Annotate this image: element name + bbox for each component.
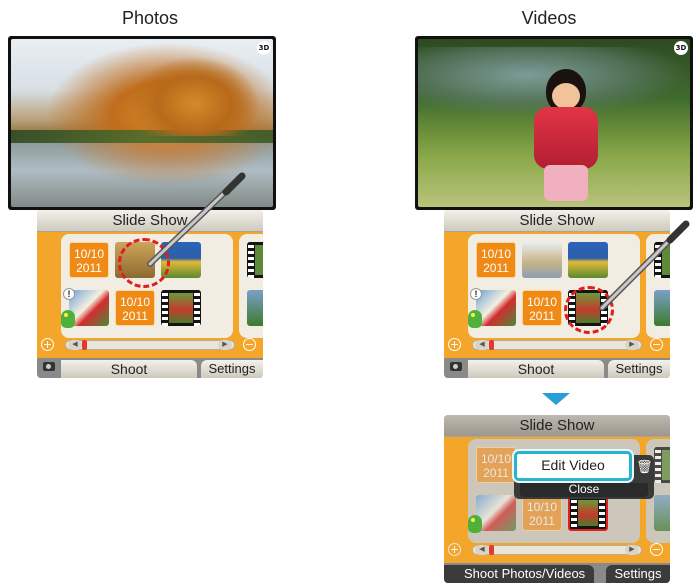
child-running-photo (418, 39, 690, 207)
camera-icon[interactable] (450, 362, 462, 371)
3d-badge-icon: 3D (257, 41, 271, 55)
video-thumbnail[interactable] (654, 447, 670, 483)
scroll-slider[interactable]: ◀ ▶ (472, 545, 642, 555)
scroll-right-icon[interactable]: ▶ (625, 545, 639, 555)
photo-thumbnail[interactable] (476, 290, 516, 326)
date-tile[interactable]: 10/10 2011 (69, 242, 109, 278)
scroll-left-icon[interactable]: ◀ (475, 545, 489, 555)
zoom-out-icon[interactable]: − (650, 338, 663, 351)
3d-badge-icon: 3D (674, 41, 688, 55)
date-tile[interactable]: 10/10 2011 (476, 242, 516, 278)
slider-position-marker[interactable] (489, 340, 494, 350)
date-line: 10/10 (73, 247, 105, 261)
bottom-screen-edit-popup: Slide Show 10/10 2011 10/10 2011 + ◀ ▶ −… (444, 415, 670, 583)
scroll-right-icon[interactable]: ▶ (625, 340, 639, 350)
zoom-out-icon[interactable]: − (650, 543, 663, 556)
scroll-left-icon[interactable]: ◀ (475, 340, 489, 350)
bottom-bar: Shoot Photos/Videos Settings (444, 563, 670, 583)
settings-button[interactable]: Settings (201, 360, 263, 378)
date-tile[interactable]: 10/10 2011 (522, 290, 562, 326)
zoom-in-icon[interactable]: + (448, 543, 461, 556)
slideshow-button[interactable]: Slide Show (444, 415, 670, 437)
close-button[interactable]: Close (520, 483, 648, 497)
bottom-bar: Shoot Settings (444, 358, 670, 378)
alert-icon: ! (470, 288, 482, 300)
stylus-icon (599, 220, 690, 311)
date-line: 10/10 (119, 295, 151, 309)
context-menu: Edit Video 🗑 Close (514, 451, 654, 503)
settings-button[interactable]: Settings (606, 565, 670, 583)
scroll-left-icon[interactable]: ◀ (68, 340, 82, 350)
year-line: 2011 (483, 261, 509, 275)
year-line: 2011 (483, 466, 509, 480)
stylus-icon (147, 172, 246, 267)
photos-heading: Photos (121, 8, 179, 28)
year-line: 2011 (529, 514, 555, 528)
zoom-in-icon[interactable]: + (41, 338, 54, 351)
scroll-slider[interactable]: ◀ ▶ (472, 340, 642, 350)
shoot-button[interactable]: Shoot (468, 360, 604, 378)
date-tile[interactable]: 10/10 2011 (115, 290, 155, 326)
photo-thumbnail[interactable] (247, 290, 263, 326)
photo-thumbnail[interactable] (654, 495, 670, 531)
bird-mascot-icon (61, 310, 75, 328)
date-line: 10/10 (480, 452, 512, 466)
photo-thumbnail[interactable] (69, 290, 109, 326)
zoom-out-icon[interactable]: − (243, 338, 256, 351)
photo-thumbnail[interactable] (522, 242, 562, 278)
bottom-bar: Shoot Settings (37, 358, 263, 378)
trash-icon[interactable]: 🗑 (636, 459, 653, 475)
videos-heading: Videos (521, 8, 577, 28)
bird-mascot-icon (468, 515, 482, 533)
slider-position-marker[interactable] (489, 545, 494, 555)
date-line: 10/10 (526, 295, 558, 309)
slider-position-marker[interactable] (82, 340, 87, 350)
scroll-slider[interactable]: ◀ ▶ (65, 340, 235, 350)
date-line: 10/10 (480, 247, 512, 261)
arrow-down-icon (542, 393, 570, 405)
year-line: 2011 (76, 261, 102, 275)
shoot-button[interactable]: Shoot (61, 360, 197, 378)
photo-thumbnail[interactable] (476, 495, 516, 531)
camera-icon[interactable] (43, 362, 55, 371)
date-tile[interactable]: 10/10 2011 (476, 447, 516, 483)
shoot-photos-videos-button[interactable]: Shoot Photos/Videos (444, 565, 594, 583)
bird-mascot-icon (468, 310, 482, 328)
zoom-in-icon[interactable]: + (448, 338, 461, 351)
video-thumbnail[interactable] (161, 290, 201, 326)
settings-button[interactable]: Settings (608, 360, 670, 378)
year-line: 2011 (529, 309, 555, 323)
top-screen-videos: 3D (415, 36, 693, 210)
year-line: 2011 (122, 309, 148, 323)
edit-video-button[interactable]: Edit Video (514, 451, 632, 481)
alert-icon: ! (63, 288, 75, 300)
scroll-right-icon[interactable]: ▶ (218, 340, 232, 350)
